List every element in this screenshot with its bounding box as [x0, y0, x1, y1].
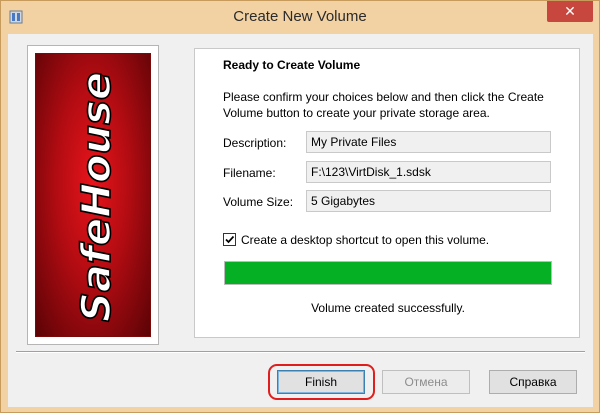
- summary-panel: Ready to Create Volume Please confirm yo…: [194, 48, 580, 338]
- close-button[interactable]: ✕: [547, 1, 593, 22]
- dialog-body: SafeHouse Ready to Create Volume Please …: [8, 34, 593, 407]
- help-button[interactable]: Справка: [489, 370, 577, 394]
- description-field: My Private Files: [306, 131, 551, 153]
- close-icon: ✕: [564, 3, 576, 19]
- title-bar[interactable]: Create New Volume ✕: [1, 1, 599, 34]
- finish-button[interactable]: Finish: [277, 370, 365, 394]
- checkmark-icon: [225, 235, 235, 244]
- volume-size-field: 5 Gigabytes: [306, 190, 551, 212]
- panel-intro: Please confirm your choices below and th…: [223, 90, 544, 120]
- progress-bar: [224, 261, 552, 285]
- status-message: Volume created successfully.: [311, 301, 465, 315]
- description-label: Description:: [223, 136, 287, 150]
- progress-fill: [225, 262, 551, 284]
- safehouse-logo: SafeHouse: [35, 53, 151, 337]
- volume-size-label: Volume Size:: [223, 195, 294, 209]
- panel-heading: Ready to Create Volume: [223, 58, 361, 72]
- cancel-button[interactable]: Отмена: [382, 370, 470, 394]
- dialog-window: Create New Volume ✕ SafeHouse Ready to C…: [0, 0, 600, 413]
- safehouse-banner: SafeHouse: [27, 45, 159, 345]
- window-title: Create New Volume: [233, 8, 367, 25]
- filename-label: Filename:: [223, 166, 276, 180]
- safehouse-logo-text: SafeHouse: [74, 72, 120, 322]
- separator: [16, 351, 585, 353]
- filename-field: F:\123\VirtDisk_1.sdsk: [306, 161, 551, 183]
- desktop-shortcut-checkbox[interactable]: [223, 233, 236, 246]
- desktop-shortcut-label: Create a desktop shortcut to open this v…: [241, 233, 490, 247]
